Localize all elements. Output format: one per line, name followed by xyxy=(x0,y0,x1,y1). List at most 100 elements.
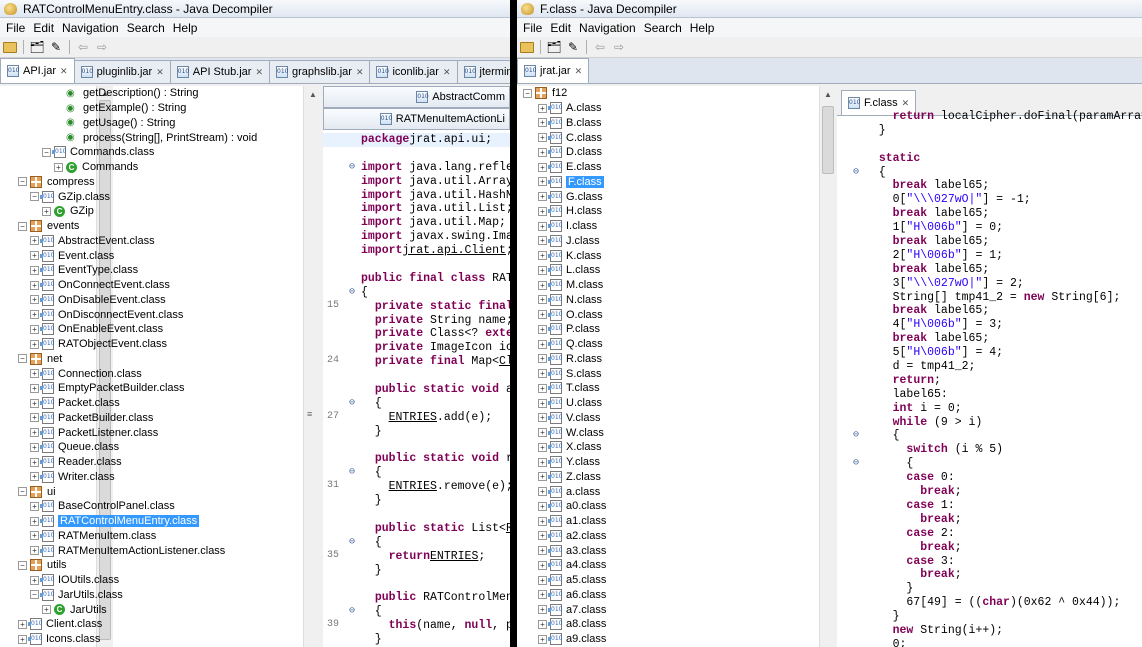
tree-node[interactable]: +010 J.class xyxy=(517,234,821,249)
close-icon[interactable]: ✕ xyxy=(902,98,910,109)
tree-node[interactable]: +010 H.class xyxy=(517,204,821,219)
tree-node-label[interactable]: getUsage() : String xyxy=(83,117,175,129)
tree-node-label[interactable]: Commands xyxy=(82,161,138,173)
tree-node[interactable]: +010 Q.class xyxy=(517,337,821,352)
tree-node[interactable]: +010 D.class xyxy=(517,145,821,160)
expand-icon[interactable]: + xyxy=(42,605,51,615)
tree-node-label[interactable]: a.class xyxy=(566,486,600,498)
tree-node-label[interactable]: a7.class xyxy=(566,604,606,616)
tree-node[interactable]: +010 IOUtils.class xyxy=(0,573,311,588)
editor-tab-row-1[interactable]: 010 AbstractComm xyxy=(323,86,510,108)
expand-icon[interactable]: + xyxy=(30,516,39,526)
tree-node[interactable]: +010 Queue.class xyxy=(0,440,311,455)
tree-node-label[interactable]: getExample() : String xyxy=(83,102,186,114)
tab-api-stub-jar[interactable]: 010 API Stub.jar ✕ xyxy=(169,60,271,83)
tree-node-label[interactable]: Connection.class xyxy=(58,368,142,380)
tree-node[interactable]: ◉ process(String[], PrintStream) : void xyxy=(0,130,311,145)
tree-node-label[interactable]: a2.class xyxy=(566,530,606,542)
tree-scrollbar-track[interactable]: ▲ ≡ xyxy=(303,86,323,647)
expand-icon[interactable]: + xyxy=(538,501,547,511)
tree-node[interactable]: +010 a9.class xyxy=(517,632,821,647)
tree-node-label[interactable]: utils xyxy=(47,559,67,571)
menu-search[interactable]: Search xyxy=(640,21,686,35)
expand-icon[interactable]: + xyxy=(30,265,39,275)
tree-node-label[interactable]: Q.class xyxy=(566,338,603,350)
expand-icon[interactable]: + xyxy=(538,369,547,379)
collapse-icon[interactable]: − xyxy=(18,221,27,231)
fold-icon[interactable]: ⊖ xyxy=(349,286,361,300)
title-bar[interactable]: RATControlMenuEntry.class - Java Decompi… xyxy=(0,0,510,18)
tree-node-label[interactable]: F.class xyxy=(566,175,604,188)
tree-node[interactable]: +010 Y.class xyxy=(517,455,821,470)
tree-node[interactable]: ◉ getDescription() : String xyxy=(0,86,311,101)
tree-node[interactable]: +010 L.class xyxy=(517,263,821,278)
expand-icon[interactable]: + xyxy=(18,634,27,644)
expand-icon[interactable]: + xyxy=(538,413,547,423)
tree-node[interactable]: +010 U.class xyxy=(517,396,821,411)
tree-node-label[interactable]: S.class xyxy=(566,368,601,380)
tree-node-label[interactable]: a9.class xyxy=(566,633,606,645)
tree-node-label[interactable]: ui xyxy=(47,486,56,498)
editor-tab-label[interactable]: RATMenuItemActionLi xyxy=(396,113,505,125)
tree-node[interactable]: +010 a5.class xyxy=(517,573,821,588)
expand-icon[interactable]: + xyxy=(538,133,547,143)
menu-file[interactable]: File xyxy=(519,21,546,35)
tree-node-label[interactable]: compress xyxy=(47,176,95,188)
expand-icon[interactable]: + xyxy=(538,177,547,187)
pencil-icon[interactable]: ✎ xyxy=(48,39,64,55)
tree-node-label[interactable]: Event.class xyxy=(58,250,114,262)
menu-navigation[interactable]: Navigation xyxy=(575,21,640,35)
tree-node-label[interactable]: Reader.class xyxy=(58,456,122,468)
expand-icon[interactable]: + xyxy=(538,428,547,438)
tree-node-label[interactable]: getDescription() : String xyxy=(83,87,199,99)
collapse-icon[interactable]: − xyxy=(30,192,39,202)
tree-node-label[interactable]: G.class xyxy=(566,191,603,203)
tree-node[interactable]: − ui xyxy=(0,484,311,499)
expand-icon[interactable]: + xyxy=(538,251,547,261)
editor-tab-row-2[interactable]: 010 RATMenuItemActionLi xyxy=(323,108,510,130)
fold-icon[interactable]: ⊖ xyxy=(349,161,361,175)
tree-node[interactable]: +010 OnEnableEvent.class xyxy=(0,322,311,337)
fold-icon[interactable]: ⊖ xyxy=(349,397,361,411)
tree-node[interactable]: +010 a0.class xyxy=(517,499,821,514)
expand-icon[interactable]: + xyxy=(30,442,39,452)
pencil-icon[interactable]: ✎ xyxy=(565,39,581,55)
expand-icon[interactable]: + xyxy=(538,546,547,556)
class-tree[interactable]: ▲ ◉ getDescription() : String ◉ getExample(… xyxy=(0,86,312,647)
fold-icon[interactable]: ⊖ xyxy=(853,166,865,180)
collapse-icon[interactable]: − xyxy=(18,487,27,497)
expand-icon[interactable]: + xyxy=(538,206,547,216)
tab-label[interactable]: pluginlib.jar xyxy=(97,66,153,78)
tree-node[interactable]: +010 O.class xyxy=(517,307,821,322)
tree-node-label[interactable]: U.class xyxy=(566,397,602,409)
tree-node-label[interactable]: a6.class xyxy=(566,589,606,601)
tree-node[interactable]: +010 BaseControlPanel.class xyxy=(0,499,311,514)
tree-node[interactable]: +010 a.class xyxy=(517,484,821,499)
tree-node[interactable]: −010 GZip.class xyxy=(0,189,311,204)
tree-node[interactable]: +010 Connection.class xyxy=(0,366,311,381)
expand-icon[interactable]: + xyxy=(538,516,547,526)
tab-label[interactable]: jtermina xyxy=(480,66,511,78)
expand-icon[interactable]: + xyxy=(538,590,547,600)
close-icon[interactable]: ✕ xyxy=(443,67,451,78)
tree-node[interactable]: +010 OnDisconnectEvent.class xyxy=(0,307,311,322)
tree-node-label[interactable]: EmptyPacketBuilder.class xyxy=(58,382,185,394)
tab-label[interactable]: graphslib.jar xyxy=(292,66,352,78)
tree-node-label[interactable]: Z.class xyxy=(566,471,601,483)
tree-node-label[interactable]: L.class xyxy=(566,264,600,276)
expand-icon[interactable]: + xyxy=(30,472,39,482)
tree-node-label[interactable]: BaseControlPanel.class xyxy=(58,500,175,512)
tree-node[interactable]: +010 K.class xyxy=(517,248,821,263)
tree-node[interactable]: +010 V.class xyxy=(517,411,821,426)
open-file-icon[interactable] xyxy=(2,39,18,55)
expand-icon[interactable]: + xyxy=(30,457,39,467)
collapse-icon[interactable]: − xyxy=(18,560,27,570)
expand-icon[interactable]: + xyxy=(538,605,547,615)
tree-node-label[interactable]: GZip xyxy=(70,205,94,217)
menu-navigation[interactable]: Navigation xyxy=(58,21,123,35)
tab-iconlib-jar[interactable]: 010 iconlib.jar ✕ xyxy=(369,60,458,83)
expand-icon[interactable]: + xyxy=(30,324,39,334)
menu-edit[interactable]: Edit xyxy=(546,21,575,35)
tree-node[interactable]: +010 T.class xyxy=(517,381,821,396)
tree-node[interactable]: +010 RATControlMenuEntry.class xyxy=(0,514,311,529)
